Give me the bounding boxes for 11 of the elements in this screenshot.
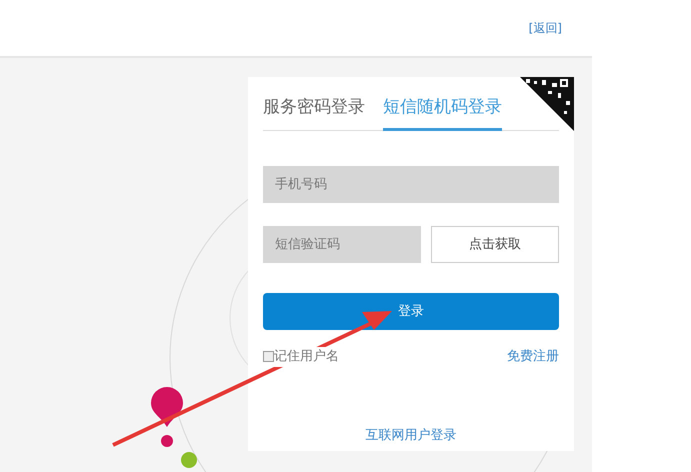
login-tab[interactable]: 短信随机码登录 xyxy=(383,94,502,131)
register-link[interactable]: 免费注册 xyxy=(507,347,559,366)
phone-field[interactable]: 手机号码 xyxy=(263,166,559,203)
get-code-button[interactable]: 点击获取 xyxy=(431,226,559,263)
login-tab[interactable]: 服务密码登录 xyxy=(263,94,365,131)
back-link[interactable]: [返回] xyxy=(528,19,562,37)
login-button[interactable]: 登录 xyxy=(263,293,559,330)
map-pin-icon xyxy=(151,387,183,447)
decorative-dot xyxy=(181,452,197,468)
sms-code-field[interactable]: 短信验证码 xyxy=(263,226,421,263)
internet-login-link[interactable]: 互联网用户登录 xyxy=(366,428,456,442)
